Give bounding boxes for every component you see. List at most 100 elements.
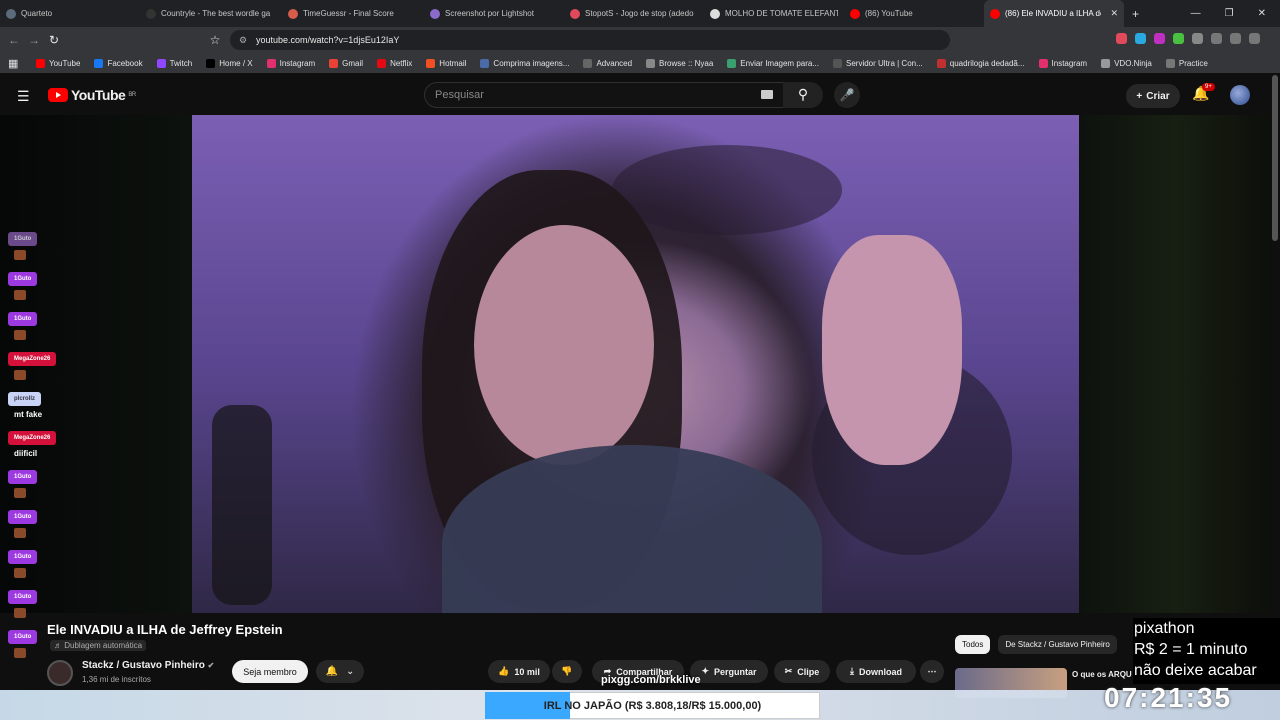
menu-dots-icon[interactable] bbox=[1249, 33, 1260, 44]
chat-message: MegaZone26 bbox=[8, 347, 68, 380]
bell-icon: 🔔 bbox=[325, 666, 339, 677]
bookmark-item[interactable]: Enviar Imagem para... bbox=[727, 58, 819, 68]
raised-hand-shape bbox=[822, 235, 962, 465]
plus-icon: + bbox=[1136, 90, 1143, 102]
youtube-logo[interactable]: YouTube BR bbox=[48, 87, 136, 103]
tab-label: TimeGuessr - Final Score bbox=[303, 9, 394, 18]
browser-tab[interactable]: (86) Ele INVADIU a ILHA de ✕ bbox=[984, 0, 1124, 27]
download-button[interactable]: ⤓ Download bbox=[836, 660, 916, 683]
video-player[interactable] bbox=[192, 115, 1079, 613]
bookmark-item[interactable]: Comprima imagens... bbox=[480, 58, 569, 68]
like-button[interactable]: 👍 10 mil bbox=[488, 660, 550, 683]
forward-icon[interactable]: → bbox=[24, 33, 44, 47]
bookmark-item[interactable]: Hotmail bbox=[426, 58, 466, 68]
create-button[interactable]: + Criar bbox=[1126, 84, 1180, 108]
chat-username: 1Guto bbox=[8, 630, 38, 644]
bookmark-item[interactable]: Twitch bbox=[156, 58, 192, 68]
bookmark-label: Gmail bbox=[342, 58, 364, 68]
apps-grid-icon[interactable]: ▦ bbox=[8, 57, 18, 70]
extension-icon[interactable] bbox=[1116, 33, 1127, 44]
chat-message: 1Guto bbox=[8, 465, 68, 498]
account-avatar[interactable] bbox=[1230, 85, 1250, 105]
minimize-icon[interactable]: — bbox=[1191, 8, 1201, 19]
ask-button[interactable]: ✦ Perguntar bbox=[690, 660, 768, 683]
close-tab-icon[interactable]: ✕ bbox=[1110, 8, 1118, 19]
chevron-down-icon: ⌄ bbox=[346, 666, 355, 677]
browser-tab[interactable]: StopotS - Jogo de stop (adedo bbox=[564, 0, 704, 27]
bookmark-item[interactable]: quadrilogia dedadã... bbox=[936, 58, 1025, 68]
keyboard-icon[interactable] bbox=[761, 90, 773, 99]
recommendation-filter-chips: Todos De Stackz / Gustavo Pinheiro bbox=[955, 635, 1117, 654]
bookmark-item[interactable]: Home / X bbox=[206, 58, 253, 68]
recommended-video-title[interactable]: O que os ARQU bbox=[1072, 670, 1142, 679]
bookmark-item[interactable]: Browse :: Nyaa bbox=[646, 58, 713, 68]
microphone-icon: 🎤 bbox=[839, 88, 855, 102]
subscription-bell-button[interactable]: 🔔 ⌄ bbox=[316, 660, 364, 683]
maximize-icon[interactable]: ❐ bbox=[1225, 8, 1234, 19]
join-button[interactable]: Seja membro bbox=[232, 660, 308, 683]
browser-tab[interactable]: TimeGuessr - Final Score bbox=[282, 0, 424, 27]
tab-label: Quarteto bbox=[21, 9, 53, 18]
bookmark-item[interactable]: Netflix bbox=[377, 58, 412, 68]
bookmark-star-icon[interactable]: ☆ bbox=[205, 33, 225, 47]
browser-tab[interactable]: (86) YouTube bbox=[844, 0, 984, 27]
bookmark-item[interactable]: Gmail bbox=[329, 58, 364, 68]
chat-text: diificil bbox=[14, 449, 38, 458]
bookmark-item[interactable]: Instagram bbox=[266, 58, 315, 68]
chat-emote-icon bbox=[14, 330, 26, 340]
tab-favicon-icon bbox=[6, 8, 16, 19]
chat-text: mt fake bbox=[14, 410, 43, 419]
bookmark-item[interactable]: Servidor Ultra | Con... bbox=[833, 58, 923, 68]
chat-message: 1Guto bbox=[8, 505, 68, 538]
voice-search-button[interactable]: 🎤 bbox=[834, 82, 860, 108]
chip-all[interactable]: Todos bbox=[955, 635, 991, 654]
close-icon[interactable]: ✕ bbox=[1258, 8, 1266, 19]
bookmark-item[interactable]: Facebook bbox=[94, 58, 143, 68]
url-field[interactable]: ⚙ youtube.com/watch?v=1djsEu12IaY bbox=[230, 30, 950, 50]
extension-icon[interactable] bbox=[1135, 33, 1146, 44]
site-info-icon[interactable]: ⚙ bbox=[239, 35, 247, 46]
face-shape bbox=[474, 225, 654, 465]
dislike-button[interactable]: 👎 bbox=[552, 660, 582, 683]
bookmark-favicon-icon bbox=[426, 58, 436, 68]
bookmark-item[interactable]: YouTube bbox=[36, 58, 80, 68]
clip-label: Clipe bbox=[797, 666, 820, 677]
chat-username: 1Guto bbox=[8, 272, 38, 286]
page-scrollbar[interactable] bbox=[1272, 75, 1278, 241]
new-tab-icon[interactable]: + bbox=[1132, 7, 1139, 21]
bookmark-item[interactable]: Instagram bbox=[1038, 58, 1087, 68]
bookmark-item[interactable]: VDO.Ninja bbox=[1101, 58, 1152, 68]
bookmark-item[interactable]: Practice bbox=[1165, 58, 1208, 68]
chat-username: 1Guto bbox=[8, 470, 38, 484]
tab-label: Screenshot por Lightshot bbox=[445, 9, 534, 18]
browser-tab[interactable]: Quarteto bbox=[0, 0, 140, 27]
profile-icon[interactable] bbox=[1230, 33, 1241, 44]
donation-goal-text: IRL NO JAPÃO (R$ 3.808,18/R$ 15.000,00) bbox=[543, 699, 762, 712]
hamburger-menu-icon[interactable]: ☰ bbox=[17, 88, 30, 105]
bookmark-label: Facebook bbox=[107, 58, 143, 68]
like-count: 10 mil bbox=[514, 666, 540, 677]
browser-tab[interactable]: Screenshot por Lightshot bbox=[424, 0, 564, 27]
channel-name[interactable]: Stackz / Gustavo Pinheiro ✔ bbox=[82, 660, 214, 671]
chip-from-channel[interactable]: De Stackz / Gustavo Pinheiro bbox=[998, 635, 1117, 654]
clip-button[interactable]: ✂ Clipe bbox=[774, 660, 830, 683]
reload-icon[interactable]: ↻ bbox=[44, 33, 64, 47]
browser-tab[interactable]: Countryle - The best wordle ga bbox=[140, 0, 282, 27]
search-placeholder: Pesquisar bbox=[435, 89, 484, 101]
more-actions-button[interactable]: ⋯ bbox=[920, 660, 944, 683]
extension-icon[interactable] bbox=[1154, 33, 1165, 44]
browser-tab[interactable]: MOLHO DE TOMATE ELEFANTE bbox=[704, 0, 844, 27]
bookmark-item[interactable]: Advanced bbox=[583, 58, 632, 68]
chat-emote-icon bbox=[14, 568, 26, 578]
search-button[interactable]: ⚲ bbox=[783, 82, 823, 108]
extension-icon[interactable] bbox=[1173, 33, 1184, 44]
extensions-toolbar bbox=[1116, 33, 1260, 44]
puzzle-icon[interactable] bbox=[1192, 33, 1203, 44]
channel-avatar[interactable] bbox=[47, 660, 73, 686]
background-shadow bbox=[612, 145, 842, 235]
sidebar-icon[interactable] bbox=[1211, 33, 1222, 44]
back-icon[interactable]: ← bbox=[4, 33, 24, 47]
search-input[interactable]: Pesquisar bbox=[424, 82, 784, 108]
thumbs-up-icon: 👍 bbox=[498, 666, 510, 676]
bookmark-favicon-icon bbox=[156, 58, 166, 68]
